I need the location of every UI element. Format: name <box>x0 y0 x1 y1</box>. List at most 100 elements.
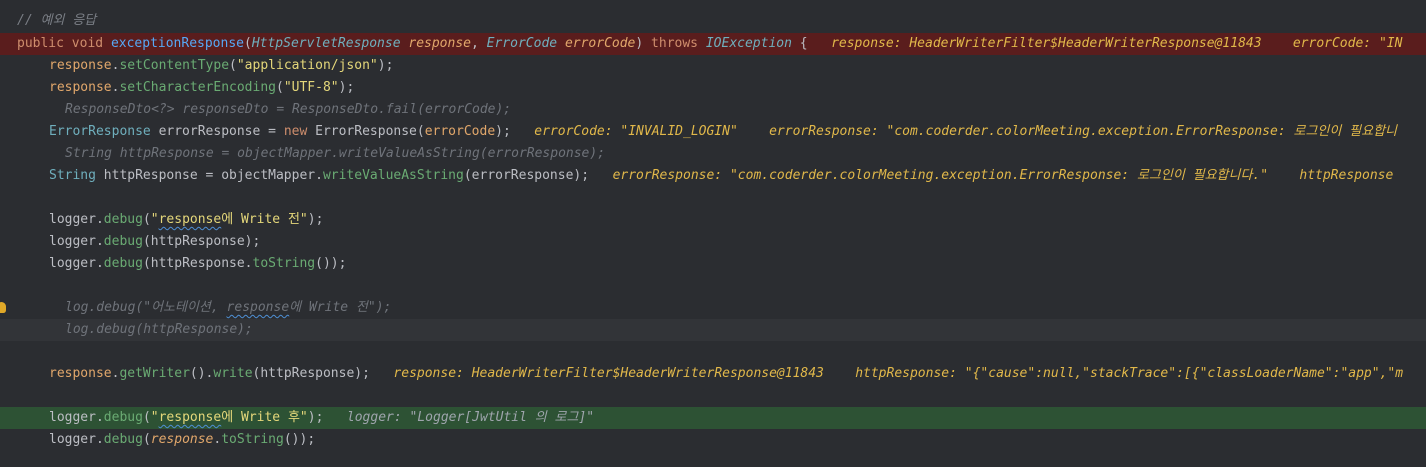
keyword: void <box>71 36 104 51</box>
quote: " <box>150 410 159 425</box>
variable: response <box>49 366 112 381</box>
commented-code: ResponseDto<?> responseDto = ResponseDto… <box>65 102 512 117</box>
spellcheck-word: response <box>158 212 222 227</box>
string-literal: "response에 Write 후" <box>151 410 308 425</box>
method-call: debug <box>103 410 143 425</box>
paren: ) <box>635 36 644 51</box>
arguments: ()); <box>283 432 316 447</box>
debug-inlay-value[interactable]: response: HeaderWriterFilter$HeaderWrite… <box>831 36 1402 51</box>
method-call: debug <box>103 432 143 447</box>
object-ref: logger. <box>49 256 104 271</box>
arguments: (httpResponse); <box>142 234 261 249</box>
debug-inlay-value[interactable]: logger: "Logger[JwtUtil 의 로그]" <box>347 410 594 425</box>
param-type: HttpServletResponse <box>251 36 401 51</box>
statement: response.setContentType("application/jso… <box>49 55 393 77</box>
quote: " <box>150 212 159 227</box>
code-line[interactable]: logger.debug(response.toString()); <box>0 429 1426 451</box>
statement: logger.debug(httpResponse.toString()); <box>49 253 346 275</box>
statement: ErrorResponse errorResponse = new ErrorR… <box>49 121 1397 143</box>
code-line[interactable]: ErrorResponse errorResponse = new ErrorR… <box>0 121 1426 143</box>
execution-line[interactable]: logger.debug("response에 Write 후"); logge… <box>0 407 1426 429</box>
param-type: ErrorCode <box>486 36 558 51</box>
method-call: getWriter <box>119 366 190 381</box>
statement: response.setCharacterEncoding("UTF-8"); <box>49 77 354 99</box>
param-name: response <box>408 36 471 51</box>
code-line[interactable]: // 예외 응답 <box>0 10 1426 32</box>
method-call: debug <box>103 256 143 271</box>
paren: ( <box>244 36 252 51</box>
caret-line[interactable]: log.debug(httpResponse); <box>0 319 1426 341</box>
method-signature: public void exceptionResponse(HttpServle… <box>17 33 1402 55</box>
paren: ( <box>416 124 425 139</box>
paren: ); <box>338 80 355 95</box>
statement: logger.debug("response에 Write 후"); logge… <box>49 407 594 429</box>
string-literal: "UTF-8" <box>283 80 339 95</box>
arguments: (httpResponse. <box>142 256 253 271</box>
debug-inlay-value[interactable]: errorResponse: "com.coderder.colorMeetin… <box>613 168 1394 183</box>
method-name: exceptionResponse <box>110 36 244 51</box>
keyword: throws <box>651 36 699 51</box>
code-line[interactable]: log.debug("어노테이션, response에 Write 전"); <box>0 297 1426 319</box>
string-literal: "response에 Write 전" <box>151 212 308 227</box>
code-line[interactable]: ResponseDto<?> responseDto = ResponseDto… <box>0 99 1426 121</box>
class-name: ErrorResponse <box>307 124 417 139</box>
method-call: write <box>213 366 253 381</box>
code-line[interactable]: String httpResponse = objectMapper.write… <box>0 165 1426 187</box>
statement: response.getWriter().write(httpResponse)… <box>49 363 1403 385</box>
paren: ( <box>142 432 151 447</box>
code-line[interactable]: response.setCharacterEncoding("UTF-8"); <box>0 77 1426 99</box>
object-ref: logger. <box>49 410 104 425</box>
code-line[interactable]: logger.debug(httpResponse); <box>0 231 1426 253</box>
object-ref: logger. <box>49 212 104 227</box>
commented-code: String httpResponse = objectMapper.write… <box>65 146 606 161</box>
code-line[interactable]: logger.debug(httpResponse.toString()); <box>0 253 1426 275</box>
arguments: (httpResponse); <box>252 366 370 381</box>
paren: ( <box>142 410 151 425</box>
method-call: toString <box>252 256 316 271</box>
variable: errorCode <box>424 124 496 139</box>
code-line[interactable]: response.setContentType("application/jso… <box>0 55 1426 77</box>
variable: response <box>49 58 112 73</box>
variable-decl: httpResponse = objectMapper. <box>95 168 323 183</box>
separator: , <box>471 36 487 51</box>
method-call: setContentType <box>119 58 230 73</box>
arguments: (). <box>189 366 214 381</box>
keyword: public <box>17 36 64 51</box>
brace: { <box>791 36 808 51</box>
arguments: (errorResponse); <box>463 168 590 183</box>
string-literal: "application/json" <box>236 58 378 73</box>
debug-inlay-value[interactable]: response: HeaderWriterFilter$HeaderWrite… <box>393 366 1403 381</box>
comment-text: log.debug("어노테이션, <box>65 300 227 315</box>
exception-type: IOException <box>705 36 792 51</box>
statement: logger.debug(httpResponse); <box>49 231 260 253</box>
paren: ( <box>276 80 284 95</box>
debug-inlay-value[interactable]: errorCode: "INVALID_LOGIN" errorResponse… <box>534 124 1397 139</box>
paren: ); <box>377 58 394 73</box>
code-editor[interactable]: // 예외 응답 public void exceptionResponse(H… <box>0 0 1426 467</box>
commented-code: log.debug(httpResponse); <box>65 322 253 337</box>
paren: ); <box>307 410 324 425</box>
comment-text: 에 Write 전"); <box>289 300 392 315</box>
method-call: toString <box>221 432 284 447</box>
type-name: ErrorResponse <box>49 124 151 139</box>
code-line[interactable]: response.getWriter().write(httpResponse)… <box>0 363 1426 385</box>
variable-decl: errorResponse = <box>150 124 284 139</box>
paren: ); <box>307 212 324 227</box>
method-call: debug <box>103 234 143 249</box>
lightbulb-icon[interactable] <box>0 302 6 313</box>
method-call: debug <box>103 212 143 227</box>
spellcheck-word: response <box>226 300 290 315</box>
statement: logger.debug(response.toString()); <box>49 429 315 451</box>
variable: response <box>49 80 112 95</box>
statement: String httpResponse = objectMapper.write… <box>49 165 1393 187</box>
method-call: setCharacterEncoding <box>119 80 276 95</box>
code-line[interactable]: String httpResponse = objectMapper.write… <box>0 143 1426 165</box>
method-call: writeValueAsString <box>322 168 464 183</box>
statement: logger.debug("response에 Write 전"); <box>49 209 323 231</box>
string-rest: 에 Write 후" <box>221 410 308 425</box>
arguments: ()); <box>315 256 347 271</box>
code-comment: // 예외 응답 <box>17 13 97 28</box>
breakpoint-line[interactable]: public void exceptionResponse(HttpServle… <box>0 33 1426 55</box>
code-line[interactable]: logger.debug("response에 Write 전"); <box>0 209 1426 231</box>
param-name: errorCode <box>564 36 636 51</box>
